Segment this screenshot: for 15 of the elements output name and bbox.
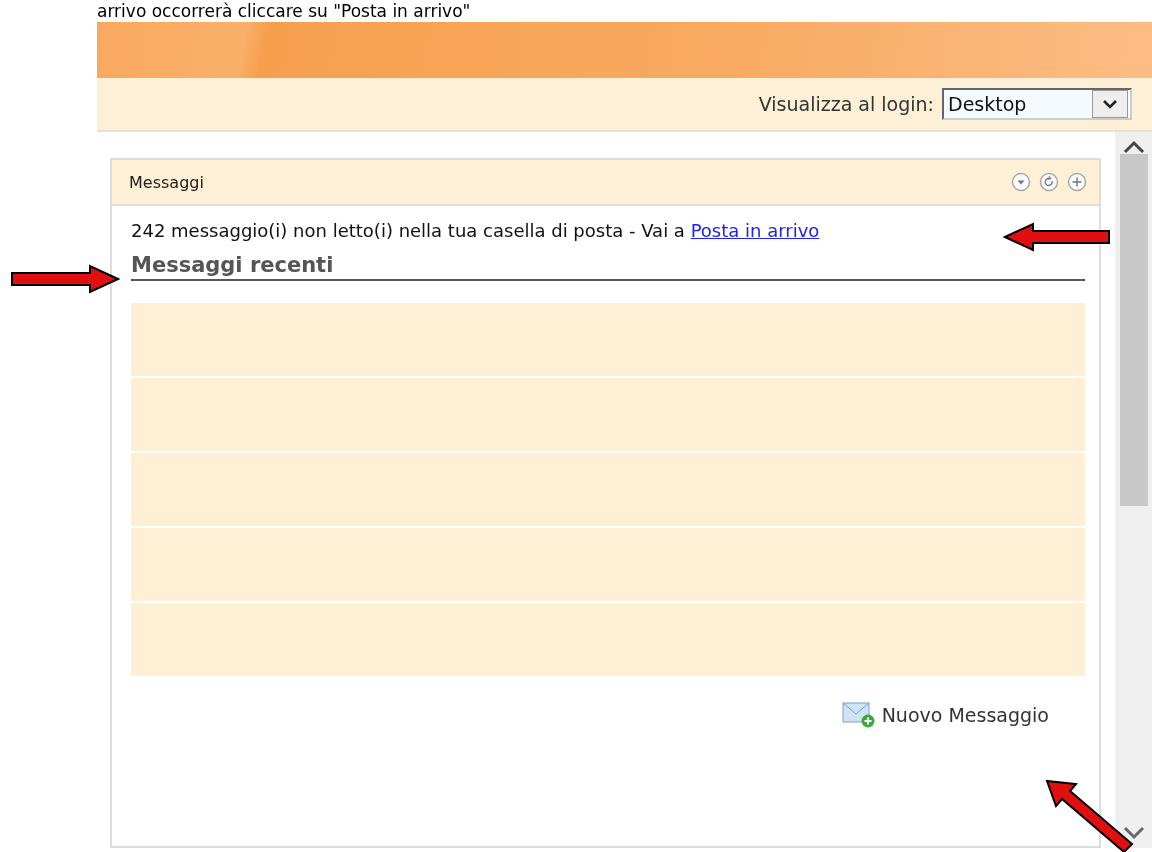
section-title: Messaggi recenti	[131, 253, 1085, 281]
chevron-up-icon	[1122, 140, 1145, 154]
collapse-icon[interactable]	[1011, 172, 1031, 192]
refresh-icon[interactable]	[1039, 172, 1059, 192]
panel-title: Messaggi	[129, 172, 204, 192]
new-message-link[interactable]: Nuovo Messaggio	[841, 702, 1049, 728]
view-select[interactable]: Desktop	[942, 88, 1132, 120]
chevron-down-icon	[1102, 99, 1118, 109]
chevron-down-icon	[1122, 826, 1145, 840]
caption-text: arrivo occorrerà cliccare su "Posta in arrivo"	[96, 0, 472, 22]
scrollbar[interactable]	[1115, 132, 1152, 848]
envelope-plus-icon	[841, 702, 876, 728]
login-view-label: Visualizza al login:	[758, 93, 934, 115]
inbox-link[interactable]: Posta in arrivo	[690, 220, 820, 241]
plus-icon[interactable]	[1067, 172, 1087, 192]
